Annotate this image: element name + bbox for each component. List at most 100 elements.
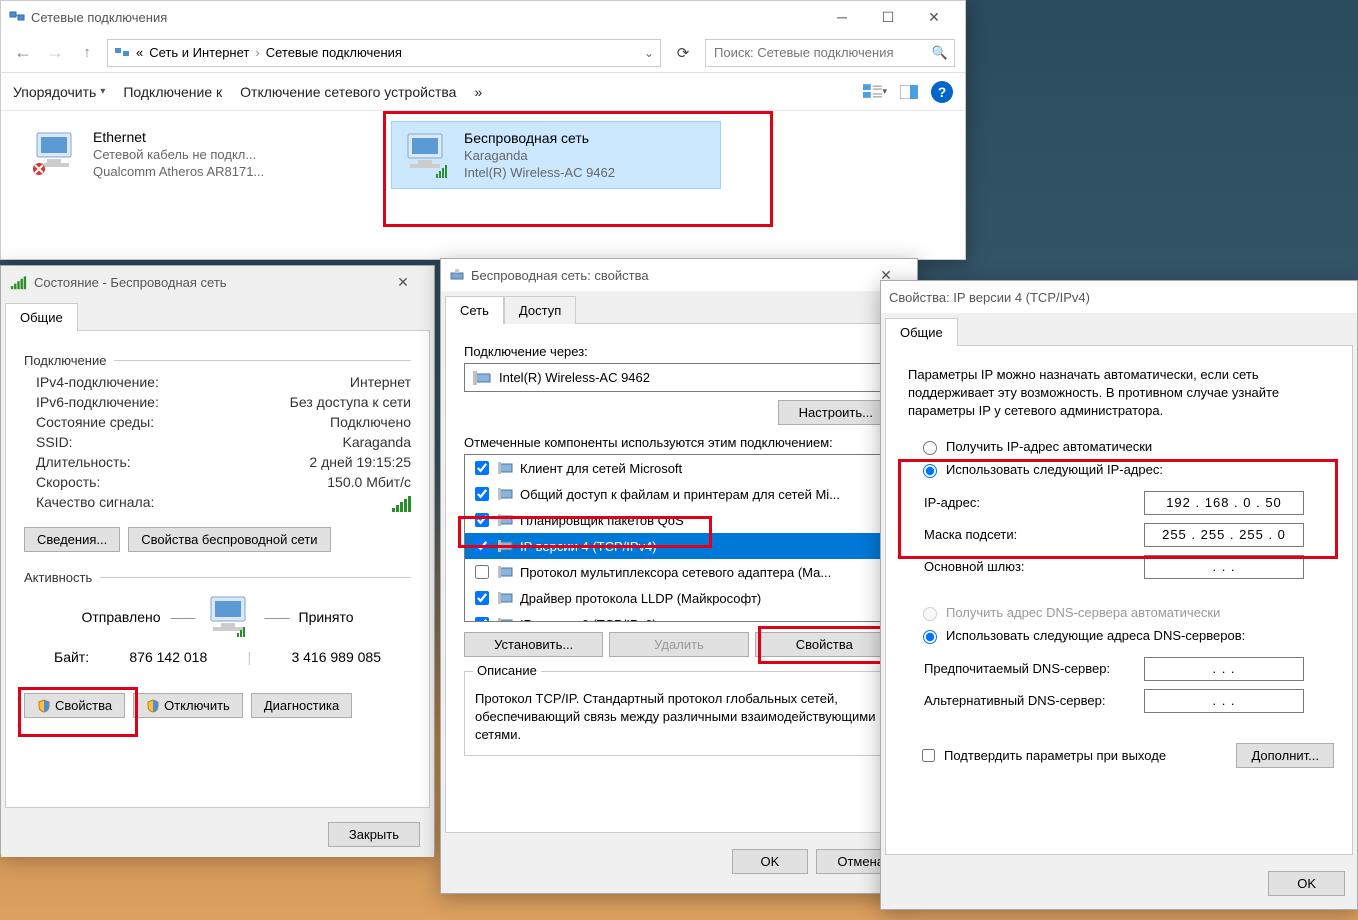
connect-to-button[interactable]: Подключение к: [123, 84, 222, 100]
dns1-input[interactable]: . . .: [1144, 657, 1304, 681]
tab-access[interactable]: Доступ: [504, 296, 576, 324]
quality-value: [392, 494, 411, 515]
dns2-input[interactable]: . . .: [1144, 689, 1304, 713]
tab-row: Общие: [1, 298, 434, 330]
titlebar[interactable]: Свойства: IP версии 4 (TCP/IPv4): [881, 281, 1357, 313]
radio-auto-ip[interactable]: Получить IP-адрес автоматически: [918, 435, 1334, 458]
wireless-status-window: Состояние - Беспроводная сеть ✕ Общие По…: [0, 265, 435, 855]
advanced-button[interactable]: Дополнит...: [1236, 743, 1334, 768]
component-checkbox[interactable]: [475, 461, 489, 475]
description-label: Описание: [473, 663, 541, 678]
adapter-name: Intel(R) Wireless-AC 9462: [499, 370, 650, 385]
component-checkbox[interactable]: [475, 487, 489, 501]
search-input[interactable]: [712, 44, 932, 61]
connection-status: Сетевой кабель не подкл...: [93, 147, 264, 162]
uninstall-button[interactable]: Удалить: [609, 632, 748, 657]
disable-button[interactable]: Отключить: [133, 693, 243, 718]
quality-label: Качество сигнала:: [36, 494, 154, 515]
component-label: Общий доступ к файлам и принтерам для се…: [520, 487, 840, 502]
window-title: Сетевые подключения: [31, 10, 167, 25]
computer-icon: [205, 595, 255, 639]
wireless-properties-button[interactable]: Свойства беспроводной сети: [128, 527, 330, 552]
connection-item-ethernet[interactable]: Ethernet Сетевой кабель не подкл... Qual…: [21, 121, 351, 189]
breadcrumb-part1[interactable]: Сеть и Интернет: [149, 45, 249, 60]
network-connections-icon: [9, 9, 25, 25]
close-dialog-button[interactable]: Закрыть: [328, 822, 420, 847]
component-checkbox[interactable]: [475, 565, 489, 579]
received-label: Принято: [299, 609, 354, 625]
adapter-properties-icon: [449, 267, 465, 283]
search-box[interactable]: 🔍: [705, 39, 955, 67]
tab-row: Сеть Доступ: [441, 291, 917, 323]
up-button[interactable]: ↑: [75, 41, 99, 65]
component-label: Драйвер протокола LLDP (Майкрософт): [520, 591, 761, 606]
titlebar[interactable]: Сетевые подключения ─ ☐ ✕: [1, 1, 965, 33]
network-icon: [114, 45, 130, 61]
organize-menu[interactable]: Упорядочить▾: [13, 84, 105, 100]
titlebar[interactable]: Состояние - Беспроводная сеть ✕: [1, 266, 434, 298]
radio-manual-dns[interactable]: Использовать следующие адреса DNS-сервер…: [918, 624, 1334, 647]
component-checkbox[interactable]: [475, 617, 489, 622]
close-button[interactable]: ✕: [911, 1, 957, 33]
diagnose-button[interactable]: Диагностика: [251, 693, 352, 718]
radio-input: [923, 607, 937, 621]
speed-label: Скорость:: [36, 474, 100, 490]
ipv6-value: Без доступа к сети: [290, 394, 411, 410]
install-button[interactable]: Установить...: [464, 632, 603, 657]
dash-icon: ——: [265, 610, 289, 625]
maximize-button[interactable]: ☐: [865, 1, 911, 33]
radio-input[interactable]: [923, 630, 937, 644]
ssid-value: Karaganda: [342, 434, 411, 450]
nav-bar: ← → ↑ « Сеть и Интернет › Сетевые подклю…: [1, 33, 965, 73]
ipv6-label: IPv6-подключение:: [36, 394, 159, 410]
duration-label: Длительность:: [36, 454, 131, 470]
description-text: Протокол TCP/IP. Стандартный протокол гл…: [475, 690, 883, 745]
ok-button[interactable]: OK: [1268, 871, 1345, 896]
component-checkbox[interactable]: [475, 591, 489, 605]
refresh-button[interactable]: ⟳: [669, 39, 697, 67]
component-row[interactable]: Клиент для сетей Microsoft: [465, 455, 893, 481]
forward-button[interactable]: →: [43, 41, 67, 65]
breadcrumb-part2[interactable]: Сетевые подключения: [266, 45, 402, 60]
tab-general[interactable]: Общие: [885, 318, 958, 346]
address-bar[interactable]: « Сеть и Интернет › Сетевые подключения …: [107, 39, 661, 67]
view-options-button[interactable]: ▾: [863, 80, 887, 104]
titlebar[interactable]: Беспроводная сеть: свойства ✕: [441, 259, 917, 291]
preview-pane-button[interactable]: [897, 80, 921, 104]
ok-button[interactable]: OK: [732, 849, 809, 874]
disable-device-button[interactable]: Отключение сетевого устройства: [240, 84, 456, 100]
radio-input[interactable]: [923, 441, 937, 455]
more-button[interactable]: »: [474, 84, 482, 100]
breadcrumb[interactable]: « Сеть и Интернет › Сетевые подключения: [136, 45, 402, 60]
component-row[interactable]: Протокол мультиплексора сетевого адаптер…: [465, 559, 893, 585]
tab-general[interactable]: Общие: [5, 303, 78, 331]
highlight-annotation: [898, 459, 1338, 559]
tab-network[interactable]: Сеть: [445, 296, 504, 324]
protocol-icon: [498, 616, 514, 622]
connections-list: Ethernet Сетевой кабель не подкл... Qual…: [1, 111, 965, 199]
help-button[interactable]: ?: [931, 81, 953, 103]
details-button[interactable]: Сведения...: [24, 527, 120, 552]
protocol-icon: [498, 460, 514, 476]
adapter-icon: [473, 371, 491, 385]
ssid-label: SSID:: [36, 434, 73, 450]
search-icon[interactable]: 🔍: [932, 45, 948, 61]
confirm-checkbox[interactable]: [922, 749, 935, 762]
radio-auto-dns[interactable]: Получить адрес DNS-сервера автоматически: [918, 601, 1334, 624]
separator: |: [248, 649, 252, 665]
dropdown-icon[interactable]: ⌄: [644, 46, 654, 60]
sent-label: Отправлено: [81, 609, 160, 625]
configure-button[interactable]: Настроить...: [778, 400, 894, 425]
back-button[interactable]: ←: [11, 41, 35, 65]
ethernet-icon: [29, 129, 83, 179]
component-row[interactable]: IP версии 6 (TCP/IPv6): [465, 611, 893, 622]
bytes-label: Байт:: [54, 649, 89, 665]
component-label: Клиент для сетей Microsoft: [520, 461, 682, 476]
close-button[interactable]: ✕: [380, 266, 426, 298]
component-row[interactable]: Общий доступ к файлам и принтерам для се…: [465, 481, 893, 507]
minimize-button[interactable]: ─: [819, 1, 865, 33]
highlight-annotation: [758, 626, 900, 664]
window-title: Состояние - Беспроводная сеть: [34, 275, 227, 290]
component-row[interactable]: Драйвер протокола LLDP (Майкрософт): [465, 585, 893, 611]
ipv4-label: IPv4-подключение:: [36, 374, 159, 390]
